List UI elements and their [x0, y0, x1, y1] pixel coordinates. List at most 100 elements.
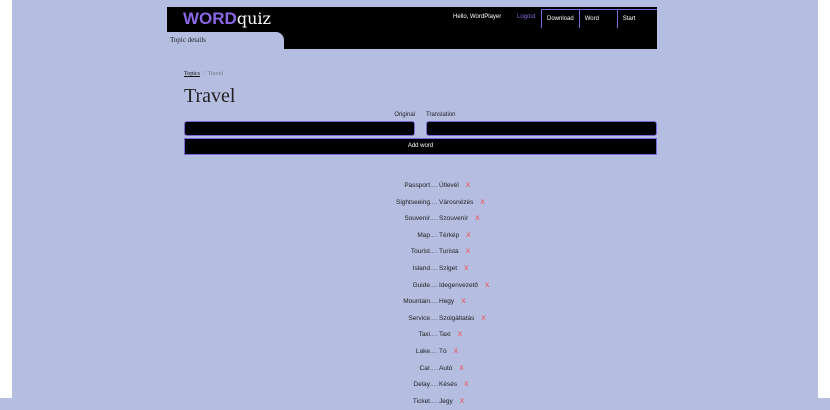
word-row: Taxi Taxi X [300, 327, 600, 344]
word-translation: Turista [439, 248, 459, 256]
word-translation-wrap: Térkép X [439, 232, 471, 239]
word-translation-wrap: Késés X [439, 381, 468, 388]
original-input[interactable] [184, 121, 415, 136]
word-original: Guide [412, 281, 430, 289]
translation-input[interactable] [426, 121, 657, 136]
word-translation: Jegy [439, 397, 453, 405]
page-title: Travel [184, 85, 236, 107]
word-original: Service [408, 314, 430, 322]
word-translation-wrap: Sziget X [439, 265, 468, 272]
delete-word-button[interactable]: X [475, 215, 479, 222]
delete-word-button[interactable]: X [464, 381, 468, 388]
tab-label: Topic details [170, 36, 206, 44]
dot-leader [430, 182, 438, 189]
delete-word-button[interactable]: X [458, 331, 462, 338]
dot-leader [430, 232, 438, 239]
nav-word-editor[interactable]: Word editor [578, 10, 617, 40]
delete-word-button[interactable]: X [459, 365, 463, 372]
sub-header-bar: Topic details [167, 32, 657, 49]
logo-word: WORD [183, 9, 237, 28]
main-nav: Download Word editor Start playing [541, 9, 657, 40]
word-row: Map Térkép X [300, 228, 600, 245]
left-page-edge [0, 0, 12, 398]
word-row: Guide Idegenvezető X [300, 278, 600, 295]
word-list: PassportÚtlevélXSightseeingVárosnézésXSo… [300, 178, 600, 410]
add-word-button[interactable]: Add word [184, 138, 657, 155]
word-original: Mountain [403, 298, 430, 306]
logout-link[interactable]: Logout [517, 14, 535, 20]
word-row: Tourist Turista X [300, 244, 600, 261]
word-translation: Szolgáltatás [439, 314, 475, 322]
wordquiz-logo[interactable]: WORDquiz [183, 8, 271, 30]
breadcrumb-current: Travel [207, 71, 224, 77]
word-original: Taxi [418, 331, 430, 339]
word-row: Passport Útlevél X [300, 178, 600, 195]
word-original: Map [417, 231, 430, 239]
word-translation-wrap: Szolgáltatás X [439, 315, 486, 322]
delete-word-button[interactable]: X [466, 248, 470, 255]
word-original: Lake [415, 347, 430, 355]
word-original: Island [412, 264, 430, 272]
word-translation-wrap: Szouvenír X [439, 215, 480, 222]
word-translation: Tó [439, 347, 447, 355]
tab-topic-details[interactable]: Topic details [167, 32, 284, 49]
greeting-text: Hello, WordPlayer [453, 14, 502, 20]
word-translation-wrap: Turista X [439, 248, 470, 255]
word-row: Island Sziget X [300, 261, 600, 278]
breadcrumb: Topics / Travel [184, 71, 223, 77]
word-translation-wrap: Hegy X [439, 298, 466, 305]
word-translation: Hegy [439, 298, 455, 306]
breadcrumb-separator: / [202, 71, 205, 77]
delete-word-button[interactable]: X [466, 232, 470, 239]
dot-leader [430, 381, 438, 388]
word-translation: Térkép [439, 231, 460, 239]
nav-download[interactable]: Download [541, 10, 579, 28]
word-translation-wrap: Tó X [439, 348, 458, 355]
translation-label: Translation [426, 112, 456, 118]
delete-word-button[interactable]: X [454, 348, 458, 355]
logo-quiz: quiz [236, 9, 271, 28]
word-translation: Sziget [439, 264, 458, 272]
word-translation: Taxi [439, 331, 451, 339]
word-original: Sightseeing [396, 198, 430, 206]
word-translation-wrap: Taxi X [439, 331, 462, 338]
word-translation-wrap: Autó X [439, 365, 464, 372]
dot-leader [430, 265, 438, 272]
word-row: Mountain Hegy X [300, 294, 600, 311]
delete-word-button[interactable]: X [460, 398, 464, 405]
dot-leader [430, 215, 438, 222]
delete-word-button[interactable]: X [464, 265, 468, 272]
word-translation: Városnézés [439, 198, 474, 206]
word-original: Tourist [410, 248, 430, 256]
dot-leader [430, 199, 438, 206]
dot-leader [430, 248, 438, 255]
word-translation: Idegenvezető [439, 281, 479, 289]
dot-leader [430, 331, 438, 338]
original-label: Original [394, 112, 415, 118]
nav-start-playing[interactable]: Start playing [616, 10, 657, 40]
dot-leader [430, 348, 438, 355]
word-row: Car Autó X [300, 361, 600, 378]
word-row: Souvenir Szouvenír X [300, 211, 600, 228]
delete-word-button[interactable]: X [461, 298, 465, 305]
delete-word-button[interactable]: X [480, 199, 484, 206]
dot-leader [430, 365, 438, 372]
dot-leader [430, 298, 438, 305]
delete-word-button[interactable]: X [481, 315, 485, 322]
delete-word-button[interactable]: X [485, 282, 489, 289]
word-original: Car [419, 364, 430, 372]
word-row: Ticket Jegy X [300, 394, 600, 410]
dot-leader [430, 282, 438, 289]
word-translation-wrap: Idegenvezető X [439, 282, 489, 289]
dot-leader [430, 398, 438, 405]
breadcrumb-topics-link[interactable]: Topics [184, 71, 200, 77]
word-translation: Szouvenír [439, 215, 469, 223]
top-navbar: WORDquiz Hello, WordPlayer Logout Downlo… [167, 7, 657, 40]
delete-word-button[interactable]: X [466, 182, 470, 189]
word-translation: Útlevél [439, 182, 459, 189]
word-translation-wrap: Útlevél X [439, 182, 470, 189]
word-translation-wrap: Városnézés X [439, 199, 485, 206]
dot-leader [430, 315, 438, 322]
word-translation-wrap: Jegy X [439, 398, 464, 405]
word-original: Souvenir [404, 215, 430, 223]
